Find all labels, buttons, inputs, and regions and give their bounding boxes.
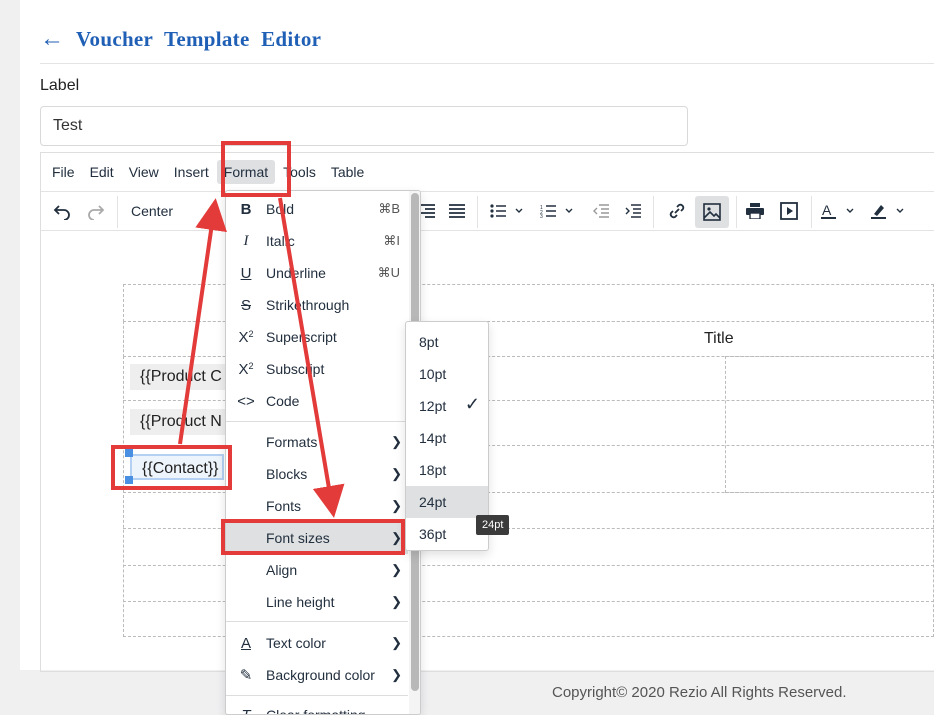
footer-copyright: Copyright© 2020 Rezio All Rights Reserve…: [552, 684, 847, 701]
annotation-arrows: [178, 197, 345, 518]
